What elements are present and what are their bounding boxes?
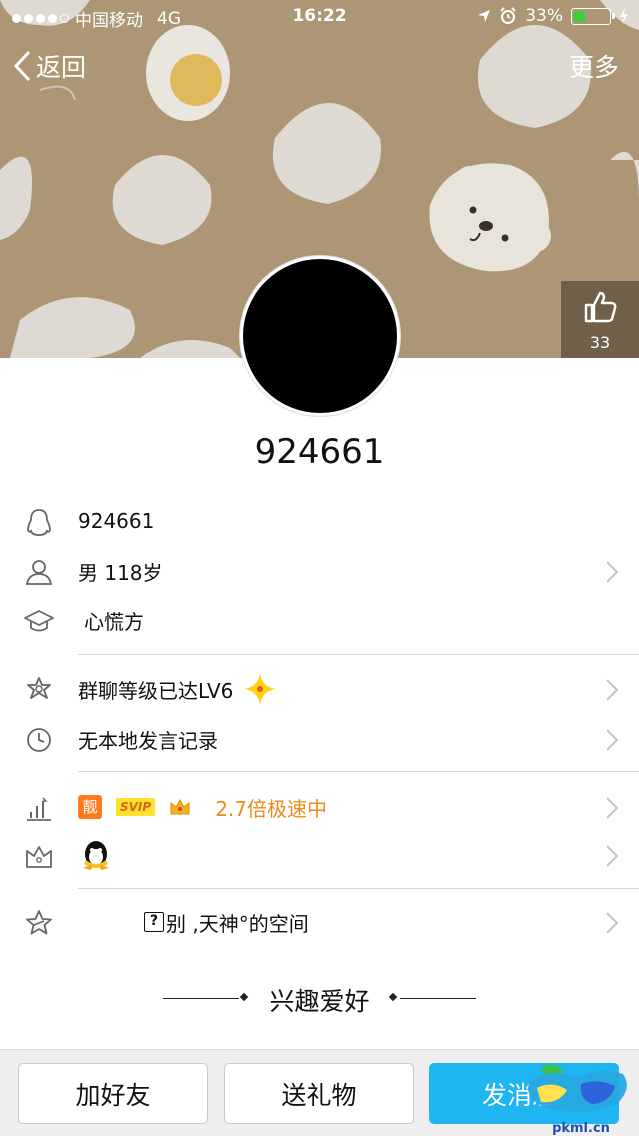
qq-number: 924661	[78, 509, 155, 533]
missing-glyph-box: ?	[144, 912, 164, 932]
more-button[interactable]: 更多	[569, 48, 619, 84]
qq-penguin-icon	[83, 841, 109, 870]
divider	[78, 888, 639, 889]
penguin-icon	[27, 509, 51, 536]
gender-age-row[interactable]: 男 118岁	[0, 547, 639, 595]
vip-row[interactable]: 靓 SVIP 2.7倍极速中	[0, 783, 639, 831]
chevron-right-icon	[606, 912, 619, 934]
crown-icon	[170, 798, 190, 815]
clock-icon	[27, 728, 51, 752]
back-button[interactable]: 返回	[12, 48, 86, 84]
school-row: 心慌方	[0, 596, 639, 644]
qq-pet-row[interactable]	[0, 831, 639, 879]
charging-icon	[620, 8, 628, 24]
back-label: 返回	[36, 53, 87, 82]
chevron-right-icon	[606, 797, 619, 819]
divider	[78, 654, 639, 655]
divider	[400, 998, 476, 999]
avatar[interactable]	[240, 256, 400, 416]
watermark-text: pkml.cn	[552, 1121, 610, 1136]
site-watermark-logo: pkml.cn	[528, 1064, 627, 1136]
qzone-label: 别 ,天神°的空间	[166, 911, 309, 936]
location-arrow-icon	[478, 10, 491, 22]
alarm-icon	[500, 7, 516, 24]
gender-age: 男 118岁	[78, 560, 163, 585]
qq-pet-wrap	[80, 838, 112, 872]
group-level-text: 群聊等级已达LV6	[78, 678, 234, 703]
bar-chart-icon	[27, 797, 51, 821]
like-count: 33	[589, 333, 611, 352]
graduation-cap-icon	[24, 610, 54, 632]
vip-badges: 靓 SVIP 2.7倍极速中	[78, 793, 327, 822]
group-level-row[interactable]: 群聊等级已达LV6	[0, 665, 639, 713]
liang-badge: 靓	[78, 795, 102, 819]
battery-icon	[571, 7, 615, 25]
send-gift-button[interactable]: 送礼物	[224, 1063, 414, 1124]
qzone-label-wrap: ? 别 ,天神°的空间	[144, 908, 309, 937]
status-bar: 中国移动 4G 16:22 33%	[0, 0, 639, 34]
crown-outline-icon	[26, 846, 52, 868]
thumbs-up-icon	[584, 291, 617, 323]
star-outline-icon	[26, 910, 52, 935]
chat-record-text: 无本地发言记录	[78, 728, 218, 753]
chevron-right-icon	[606, 561, 619, 583]
speed-text: 2.7倍极速中	[215, 796, 328, 821]
chevron-left-icon	[13, 50, 31, 82]
person-icon	[25, 560, 53, 585]
add-friend-button[interactable]: 加好友	[18, 1063, 208, 1124]
battery-percent: 33%	[525, 6, 563, 26]
hobby-section-header: 兴趣爱好	[0, 980, 639, 1020]
profile-nickname: 924661	[254, 432, 385, 472]
svip-badge: SVIP	[116, 798, 156, 816]
chat-record-row[interactable]: 无本地发言记录	[0, 715, 639, 763]
school-name: 心慌方	[84, 609, 144, 634]
qq-number-row: 924661	[0, 497, 639, 545]
like-button[interactable]: 33	[561, 281, 639, 358]
group-level-text-wrap: 群聊等级已达LV6	[78, 672, 277, 706]
star-badge-icon	[27, 677, 51, 699]
qzone-row[interactable]: ? 别 ,天神°的空间	[0, 898, 639, 946]
chevron-right-icon	[606, 845, 619, 867]
divider	[78, 771, 639, 772]
chevron-right-icon	[606, 729, 619, 751]
hobby-title: 兴趣爱好	[269, 987, 370, 1016]
chevron-right-icon	[606, 679, 619, 701]
diamond-level-icon	[244, 673, 277, 705]
